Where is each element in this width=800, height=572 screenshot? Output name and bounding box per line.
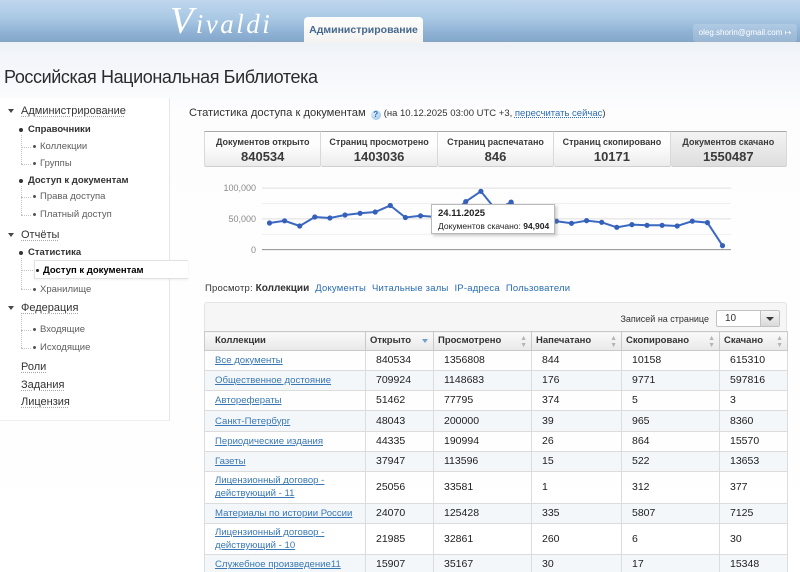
svg-text:50,000: 50,000	[228, 214, 256, 224]
svg-text:0: 0	[251, 245, 256, 255]
svg-text:100,000: 100,000	[223, 183, 256, 193]
